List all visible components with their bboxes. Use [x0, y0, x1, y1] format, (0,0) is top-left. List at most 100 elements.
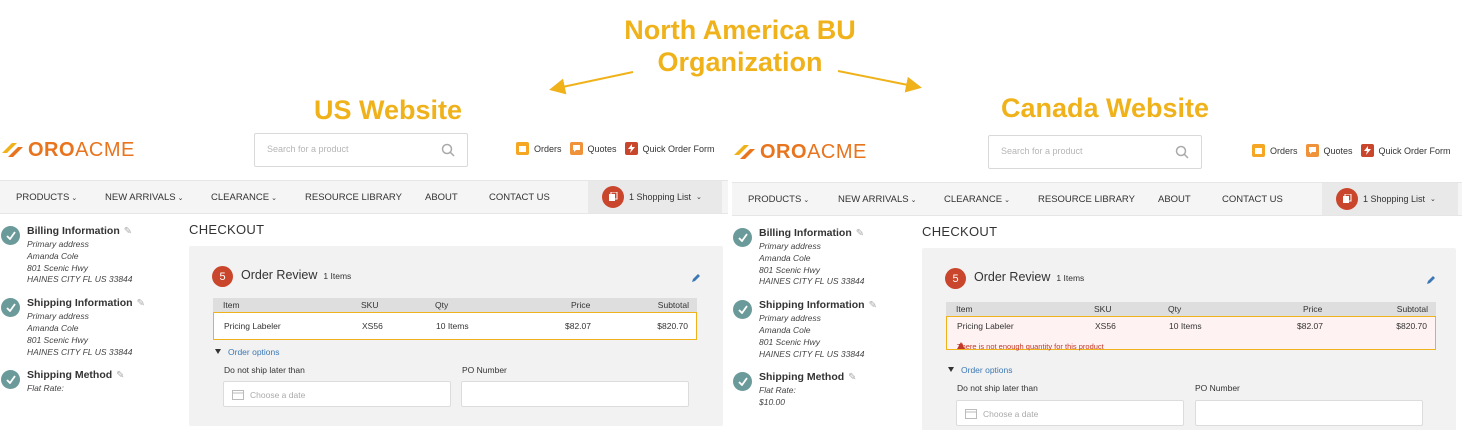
- quick-order-link[interactable]: Quick Order Form: [1360, 144, 1451, 157]
- nav-new-arrivals[interactable]: NEW ARRIVALS ⌄: [838, 194, 916, 205]
- step-line: Primary address: [27, 311, 89, 322]
- step-shipping-method: Shipping Method ✎ Flat Rate: $10.00: [732, 370, 912, 409]
- po-number-input[interactable]: [461, 381, 689, 407]
- col-item: Item: [223, 300, 240, 310]
- logo-text-bold: ORO: [760, 140, 808, 163]
- col-sku: SKU: [1094, 304, 1112, 314]
- step-line: 801 Scenic Hwy: [759, 264, 820, 275]
- step-shipping-information: Shipping Information ✎ Primary address Am…: [0, 296, 180, 358]
- order-review-count: 1 Items: [1056, 273, 1085, 283]
- step-line: 801 Scenic Hwy: [27, 334, 88, 345]
- chevron-down-icon: ⌄: [696, 194, 702, 201]
- nav-about[interactable]: ABOUT: [1158, 194, 1191, 205]
- orders-link[interactable]: Orders: [516, 142, 562, 155]
- edit-icon[interactable]: [691, 273, 701, 283]
- calendar-icon: [232, 390, 244, 400]
- quotes-link[interactable]: Quotes: [569, 142, 617, 155]
- col-qty: Qty: [435, 300, 449, 310]
- cell-sku: XS56: [1095, 321, 1116, 331]
- orders-label: Orders: [534, 143, 562, 154]
- check-icon: [733, 372, 752, 392]
- step-line: Primary address: [759, 313, 821, 324]
- pencil-icon[interactable]: ✎: [124, 224, 132, 239]
- pencil-icon[interactable]: ✎: [137, 296, 145, 311]
- order-review-panel: 5 Order Review 1 Items Item SKU Qty Price…: [189, 246, 723, 426]
- caret-down-icon: [215, 349, 221, 354]
- shopping-list-button[interactable]: 1 Shopping List ⌄: [588, 181, 722, 213]
- orders-icon: [516, 142, 529, 155]
- calendar-icon: [965, 409, 977, 419]
- chevron-down-icon: ⌄: [910, 197, 917, 204]
- po-number-input[interactable]: [1195, 400, 1423, 426]
- step-shipping-information: Shipping Information ✎ Primary address Am…: [732, 298, 912, 360]
- order-options-toggle[interactable]: Order options: [215, 347, 280, 357]
- ship-date-label: Do not ship later than: [957, 383, 1038, 393]
- check-icon: [733, 228, 752, 247]
- step-line: Amanda Cole: [759, 324, 811, 335]
- cell-price: $82.07: [565, 321, 591, 331]
- step-title: Billing Information: [27, 225, 120, 237]
- nav-products[interactable]: PRODUCTS ⌄: [748, 194, 809, 205]
- shopping-list-label: 1 Shopping List: [629, 192, 692, 202]
- search-placeholder: Search for a product: [1001, 146, 1083, 156]
- oroacme-logo[interactable]: OROACME: [0, 138, 135, 162]
- quotes-label: Quotes: [587, 143, 617, 154]
- order-review-count: 1 Items: [323, 271, 352, 281]
- search-icon[interactable]: [441, 143, 455, 157]
- search-box[interactable]: Search for a product: [254, 133, 468, 167]
- step-line: Flat Rate:: [759, 385, 796, 396]
- caret-down-icon: [948, 367, 954, 372]
- nav-resource-library[interactable]: RESOURCE LIBRARY: [305, 192, 402, 203]
- nav-clearance[interactable]: CLEARANCE ⌄: [944, 194, 1010, 205]
- step-title: Shipping Method: [27, 369, 113, 382]
- oroacme-logo[interactable]: OROACME: [732, 140, 867, 164]
- orders-icon: [1252, 144, 1265, 157]
- nav-contact-us[interactable]: CONTACT US: [1222, 194, 1283, 205]
- step-line: Amanda Cole: [27, 322, 79, 333]
- step-line: 801 Scenic Hwy: [27, 262, 88, 273]
- cell-sku: XS56: [362, 321, 383, 331]
- quotes-link[interactable]: Quotes: [1305, 144, 1353, 157]
- check-icon: [1, 370, 20, 390]
- search-box[interactable]: Search for a product: [988, 135, 1202, 169]
- nav-clearance[interactable]: CLEARANCE ⌄: [211, 192, 277, 203]
- order-review-title: Order Review: [241, 268, 318, 282]
- nav-about[interactable]: ABOUT: [425, 192, 458, 203]
- pencil-icon[interactable]: ✎: [848, 370, 856, 385]
- ship-date-input[interactable]: Choose a date: [956, 400, 1184, 426]
- quick-order-link[interactable]: Quick Order Form: [624, 142, 715, 155]
- chevron-down-icon: ⌄: [71, 195, 78, 202]
- cell-item: Pricing Labeler: [957, 321, 1014, 331]
- logo-text-rest: ACME: [807, 140, 867, 163]
- nav-resource-library[interactable]: RESOURCE LIBRARY: [1038, 194, 1135, 205]
- edit-icon[interactable]: [1426, 275, 1436, 285]
- date-placeholder: Choose a date: [250, 390, 306, 400]
- shopping-list-label: 1 Shopping List: [1363, 194, 1426, 204]
- search-icon[interactable]: [1175, 145, 1189, 159]
- pencil-icon[interactable]: ✎: [856, 226, 864, 241]
- nav-contact-us[interactable]: CONTACT US: [489, 192, 550, 203]
- pencil-icon[interactable]: ✎: [116, 368, 124, 383]
- check-icon: [1, 226, 20, 245]
- po-number-label: PO Number: [462, 365, 507, 375]
- quotes-label: Quotes: [1323, 145, 1353, 156]
- col-subtotal: Subtotal: [657, 300, 689, 310]
- check-icon: [733, 300, 752, 320]
- us-storefront: OROACME Search for a product Orders Quot…: [0, 128, 728, 430]
- checkout-steps: Billing Information ✎ Primary address Ama…: [732, 226, 912, 419]
- step-billing: Billing Information ✎ Primary address Ama…: [0, 224, 180, 286]
- col-sku: SKU: [361, 300, 379, 310]
- logo-mark-icon: [734, 145, 755, 159]
- step-billing: Billing Information ✎ Primary address Ama…: [732, 226, 912, 288]
- nav-products[interactable]: PRODUCTS ⌄: [16, 192, 77, 203]
- nav-new-arrivals[interactable]: NEW ARRIVALS ⌄: [105, 192, 183, 203]
- shopping-list-button[interactable]: 1 Shopping List ⌄: [1322, 183, 1458, 215]
- pencil-icon[interactable]: ✎: [869, 298, 877, 313]
- ship-date-input[interactable]: Choose a date: [223, 381, 451, 407]
- order-options-toggle[interactable]: Order options: [948, 365, 1013, 375]
- orders-link[interactable]: Orders: [1252, 144, 1298, 157]
- table-row: Pricing Labeler XS56 10 Items $82.07 $82…: [946, 316, 1436, 351]
- logo-text-bold: ORO: [28, 138, 76, 161]
- quotes-icon: [569, 142, 583, 155]
- chevron-down-icon: ⌄: [271, 195, 277, 202]
